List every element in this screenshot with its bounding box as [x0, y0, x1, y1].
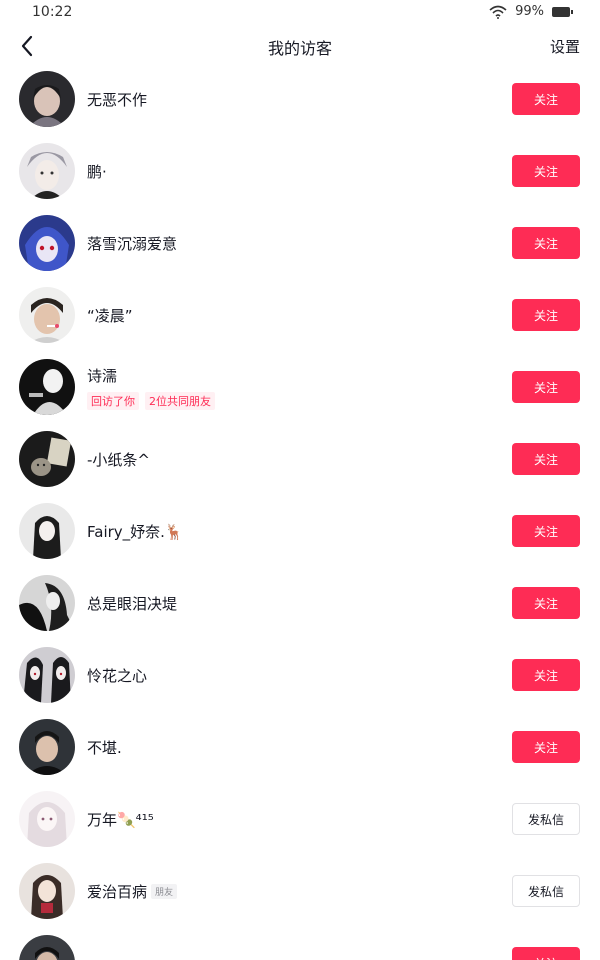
- visitor-row[interactable]: 诗濡 回访了你 2位共同朋友 关注: [0, 351, 600, 423]
- avatar[interactable]: [19, 791, 75, 847]
- visitor-row[interactable]: Fairy_妤奈.🦌 关注: [0, 495, 600, 567]
- avatar[interactable]: [19, 287, 75, 343]
- follow-button[interactable]: 关注: [512, 587, 580, 619]
- avatar[interactable]: [19, 719, 75, 775]
- visitor-row[interactable]: 关注: [0, 927, 600, 960]
- visitor-name: 爱治百病: [87, 882, 148, 901]
- visitor-row[interactable]: 怜花之心 关注: [0, 639, 600, 711]
- status-bar: 10:22 99%: [0, 0, 600, 26]
- visitor-name: 落雪沉溺爱意: [87, 234, 178, 253]
- avatar[interactable]: [19, 503, 75, 559]
- status-icons: 99%: [489, 4, 573, 19]
- visitor-row[interactable]: 不堪. 关注: [0, 711, 600, 783]
- visitor-name: -小纸条^: [87, 450, 150, 469]
- visitor-name: 不堪.: [87, 738, 122, 757]
- visitor-tags: 回访了你 2位共同朋友: [87, 391, 215, 410]
- visitor-row[interactable]: 鹏· 关注: [0, 135, 600, 207]
- follow-button[interactable]: 关注: [512, 299, 580, 331]
- avatar[interactable]: [19, 863, 75, 919]
- follow-button[interactable]: 关注: [512, 371, 580, 403]
- follow-button[interactable]: 关注: [512, 227, 580, 259]
- message-button[interactable]: 发私信: [512, 875, 580, 907]
- visitor-name-wrap: 爱治百病 朋友: [87, 881, 178, 902]
- visitor-name: 万年🍡⁴¹⁵: [87, 810, 154, 829]
- visitor-row[interactable]: 落雪沉溺爱意 关注: [0, 207, 600, 279]
- wifi-icon: [489, 5, 507, 19]
- message-button[interactable]: 发私信: [512, 803, 580, 835]
- avatar[interactable]: [19, 647, 75, 703]
- visitor-name: 怜花之心: [87, 666, 148, 685]
- visitor-list: 无恶不作 关注 鹏· 关注 落雪沉溺爱意 关注 “凌晨” 关注 诗濡 回访了你 …: [0, 63, 600, 960]
- visitor-row[interactable]: “凌晨” 关注: [0, 279, 600, 351]
- settings-button[interactable]: 设置: [550, 36, 580, 57]
- friend-badge: 朋友: [151, 883, 178, 899]
- avatar[interactable]: [19, 359, 75, 415]
- follow-button[interactable]: 关注: [512, 659, 580, 691]
- visitor-name: 鹏·: [87, 162, 107, 181]
- visitor-name: 无恶不作: [87, 90, 148, 109]
- visitor-name: 总是眼泪决堤: [87, 594, 178, 613]
- avatar[interactable]: [19, 215, 75, 271]
- battery-percent: 99%: [515, 4, 544, 19]
- visited-back-tag: 回访了你: [87, 391, 139, 410]
- status-time: 10:22: [32, 4, 73, 20]
- follow-button[interactable]: 关注: [512, 155, 580, 187]
- follow-button[interactable]: 关注: [512, 731, 580, 763]
- visitor-name: Fairy_妤奈.🦌: [87, 522, 184, 541]
- visitor-name: “凌晨”: [87, 306, 133, 325]
- page-title: 我的访客: [267, 39, 332, 58]
- follow-button[interactable]: 关注: [512, 515, 580, 547]
- visitor-row[interactable]: 爱治百病 朋友 发私信: [0, 855, 600, 927]
- visitor-name: 诗濡: [87, 366, 118, 385]
- visitor-row[interactable]: 总是眼泪决堤 关注: [0, 567, 600, 639]
- follow-button[interactable]: 关注: [512, 443, 580, 475]
- battery-icon: [552, 6, 573, 17]
- nav-bar: 我的访客 设置: [0, 26, 600, 66]
- visitor-row[interactable]: 无恶不作 关注: [0, 63, 600, 135]
- follow-button[interactable]: 关注: [512, 947, 580, 960]
- avatar[interactable]: [19, 431, 75, 487]
- avatar[interactable]: [19, 575, 75, 631]
- avatar[interactable]: [19, 935, 75, 960]
- avatar[interactable]: [19, 71, 75, 127]
- mutual-friends-tag: 2位共同朋友: [145, 391, 215, 410]
- follow-button[interactable]: 关注: [512, 83, 580, 115]
- visitor-row[interactable]: -小纸条^ 关注: [0, 423, 600, 495]
- avatar[interactable]: [19, 143, 75, 199]
- visitor-row[interactable]: 万年🍡⁴¹⁵ 发私信: [0, 783, 600, 855]
